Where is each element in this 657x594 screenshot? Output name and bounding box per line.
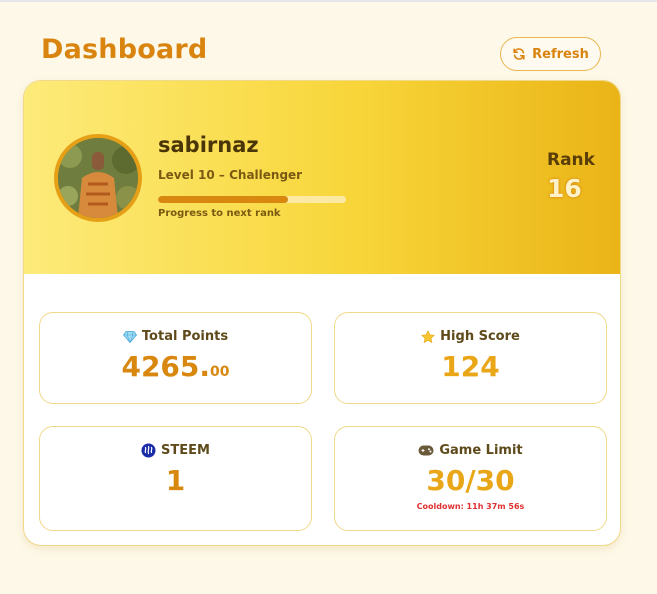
- steem-card: STEEM 1: [39, 426, 312, 531]
- steem-icon: [141, 443, 156, 458]
- game-limit-header: Game Limit: [335, 443, 606, 458]
- dashboard-card: sabirnaz Level 10 – Challenger Progress …: [23, 80, 621, 546]
- total-points-header: Total Points: [40, 329, 311, 344]
- top-border: [0, 0, 657, 2]
- game-limit-card: Game Limit 30/30 Cooldown: 11h 37m 56s: [334, 426, 607, 531]
- gem-icon: [122, 330, 137, 343]
- steem-value: 1: [165, 464, 186, 497]
- total-points-card: Total Points 4265.00: [39, 312, 312, 404]
- refresh-button[interactable]: Refresh: [500, 37, 601, 71]
- rank-progress-fill: [158, 196, 288, 203]
- total-points-label: Total Points: [141, 329, 229, 344]
- high-score-card: High Score 124: [334, 312, 607, 404]
- total-points-integer: 4265.: [121, 350, 211, 383]
- total-points-value: 4265.00: [40, 350, 311, 383]
- rank-progress-bar: [158, 196, 346, 203]
- level-label: Level 10 – Challenger: [158, 168, 303, 182]
- rank-value: 16: [547, 174, 582, 203]
- high-score-header: High Score: [335, 329, 606, 344]
- rank-label: Rank: [547, 150, 595, 170]
- avatar[interactable]: [54, 134, 142, 222]
- gamepad-icon: [418, 445, 434, 456]
- high-score-label: High Score: [440, 329, 520, 344]
- progress-label: Progress to next rank: [158, 208, 281, 219]
- game-limit-value: 30/30: [426, 464, 515, 497]
- game-limit-label: Game Limit: [439, 443, 523, 458]
- total-points-decimal: 00: [210, 364, 230, 380]
- steem-label: STEEM: [161, 443, 210, 458]
- star-icon: [421, 329, 436, 344]
- high-score-value: 124: [441, 350, 500, 383]
- username: sabirnaz: [158, 133, 259, 157]
- steem-header: STEEM: [40, 443, 311, 458]
- refresh-icon: [512, 47, 526, 61]
- cooldown-timer: Cooldown: 11h 37m 56s: [416, 502, 525, 511]
- page-title: Dashboard: [41, 34, 208, 65]
- profile-banner: sabirnaz Level 10 – Challenger Progress …: [24, 81, 620, 274]
- refresh-label: Refresh: [532, 46, 589, 62]
